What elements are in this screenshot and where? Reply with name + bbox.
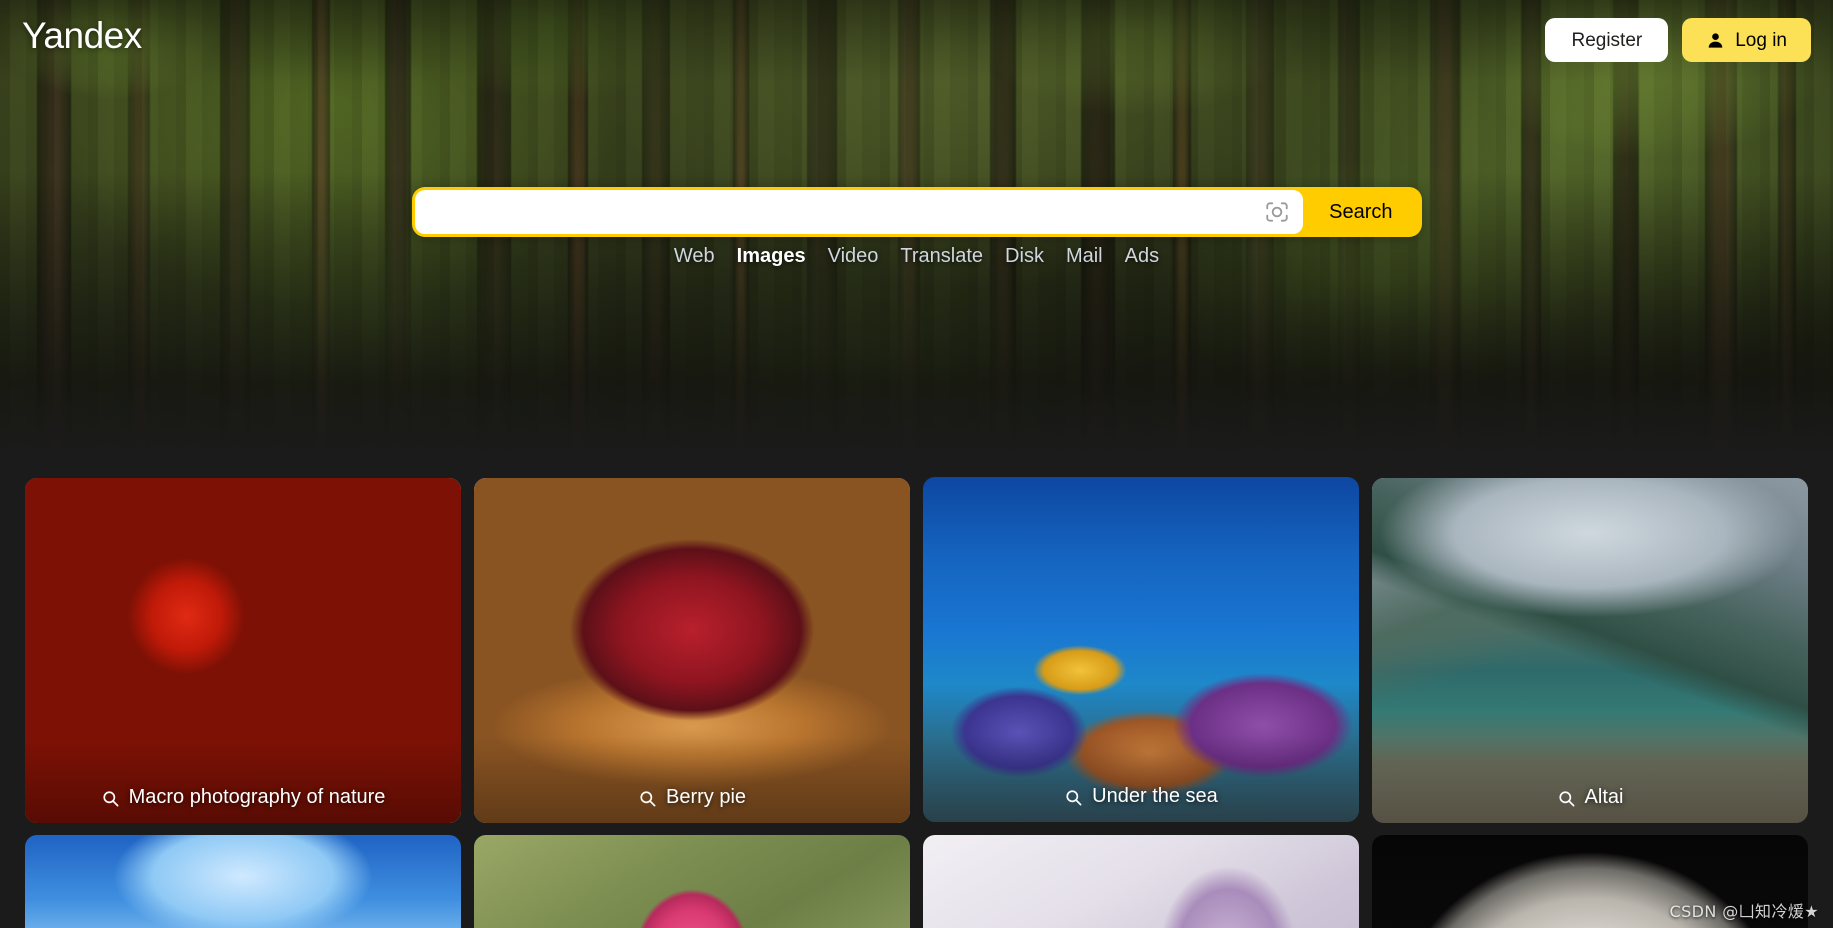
search-icon [1558,791,1575,807]
image-thumbnail [474,835,910,928]
service-nav: Web Images Video Translate Disk Mail Ads [674,245,1159,268]
search-input[interactable] [430,201,1258,223]
image-search-camera-icon [1266,202,1288,222]
image-card[interactable]: Under the sea [923,477,1359,822]
image-grid-row-2 [25,835,1808,928]
image-search-camera-button[interactable] [1257,192,1297,232]
image-thumbnail [25,835,461,928]
search-icon [102,791,119,807]
image-thumbnail [923,835,1359,928]
image-card-caption: Altai [1372,737,1808,823]
search-button[interactable]: Search [1303,190,1419,234]
search-bar: Search [411,187,1422,237]
auth-buttons: Register Log in [1545,18,1811,62]
nav-item-web[interactable]: Web [674,245,715,268]
yandex-images-page: Yandex Register Log in Search Web Images… [0,0,1833,928]
image-card[interactable]: Altai [1372,478,1808,823]
image-card[interactable] [25,835,461,928]
image-grid-row-1: Macro photography of nature Berry pie Unde… [25,477,1808,823]
image-card[interactable] [1372,835,1808,928]
image-card-caption-label: Macro photography of nature [128,786,386,808]
image-card-caption: Macro photography of nature [25,737,461,823]
image-card[interactable]: Macro photography of nature [25,478,461,823]
yandex-logo[interactable]: Yandex [22,17,142,54]
nav-item-translate[interactable]: Translate [900,245,983,268]
nav-item-ads[interactable]: Ads [1125,245,1159,268]
nav-item-images[interactable]: Images [737,245,806,268]
image-card-caption: Under the sea [923,736,1359,822]
nav-item-video[interactable]: Video [828,245,879,268]
search-icon [1066,790,1082,806]
image-card-caption: Berry pie [474,737,910,823]
image-card-caption-label: Altai [1584,786,1624,808]
nav-item-mail[interactable]: Mail [1066,245,1103,268]
image-card[interactable] [923,835,1359,928]
login-button-label: Log in [1735,29,1787,51]
user-icon [1708,32,1723,48]
image-card[interactable]: Berry pie [474,478,910,823]
image-card[interactable] [474,835,910,928]
image-card-caption-label: Berry pie [665,786,747,808]
nav-item-disk[interactable]: Disk [1005,245,1044,268]
image-thumbnail [1372,835,1808,928]
image-card-caption-label: Under the sea [1092,785,1218,807]
login-button[interactable]: Log in [1682,18,1811,62]
search-field [414,190,1304,234]
register-button[interactable]: Register [1545,18,1669,62]
hero-banner: Yandex Register Log in Search Web Images… [0,0,1833,455]
search-icon [640,791,656,807]
